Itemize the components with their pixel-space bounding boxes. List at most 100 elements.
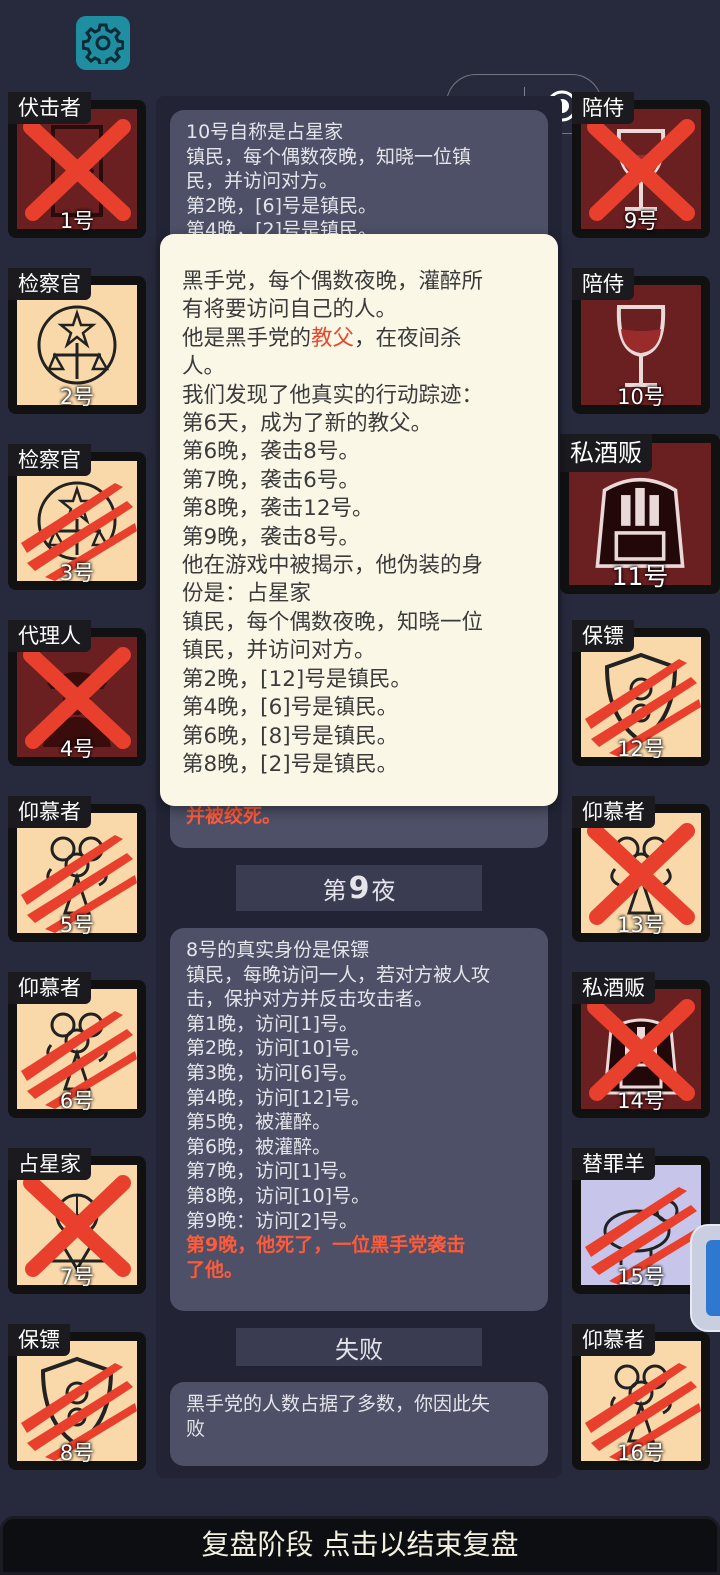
role-name-label: 保镖	[572, 620, 634, 652]
log-line: 10号自称是占星家	[186, 121, 344, 143]
player-detail-popup[interactable]: 黑手党，每个偶数夜晚，灌醉所 有将要访问自己的人。 他是黑手党的教父，在夜间杀 …	[160, 234, 558, 806]
log-line: 第6晚，被灌醉。	[186, 1135, 332, 1158]
log-line: 第2晚，访问[10]号。	[186, 1037, 371, 1060]
seat-number-label: 7号	[59, 1265, 95, 1289]
log-line-red: 了他。	[186, 1258, 244, 1281]
gear-icon	[82, 23, 124, 64]
seat-number-label: 10号	[617, 385, 665, 409]
seat-number-label: 14号	[617, 1089, 665, 1113]
popup-line: 第7晚，袭击6号。	[182, 467, 360, 493]
popup-role-highlight: 教父	[311, 325, 355, 351]
log-line: 镇民，每个偶数夜晚，知晓一位镇	[186, 145, 472, 168]
player-card-9号[interactable]: 陪侍 9号	[572, 92, 710, 250]
log-line: 败	[186, 1417, 206, 1440]
popup-line: 人。	[182, 354, 226, 380]
role-name-label: 替罪羊	[572, 1148, 655, 1180]
seat-number-label: 1号	[59, 209, 95, 233]
popup-line: 第8晚，[2]号是镇民。	[182, 751, 399, 777]
role-name-label: 私酒贩	[560, 434, 652, 472]
player-card-7号[interactable]: 占星家 7号	[8, 1148, 146, 1306]
popup-line: 有将要访问自己的人。	[182, 297, 398, 323]
popup-line: 黑手党，每个偶数夜晚，灌醉所	[182, 269, 484, 294]
role-name-label: 伏击者	[8, 92, 91, 124]
popup-line: 第6晚，[8]号是镇民。	[182, 723, 399, 749]
role-name-label: 私酒贩	[572, 972, 655, 1004]
role-name-label: 代理人	[8, 620, 91, 652]
player-card-13号[interactable]: 仰慕者 13号	[572, 796, 710, 954]
popup-line: 第6晚，袭击8号。	[182, 439, 360, 465]
player-card-5号[interactable]: 仰慕者 5号	[8, 796, 146, 954]
role-name-label: 仰慕者	[572, 796, 655, 828]
popup-text: ，在夜间杀	[354, 325, 462, 351]
fail-header: 失败	[236, 1328, 482, 1366]
role-name-label: 占星家	[8, 1148, 91, 1180]
log-line: 黑手党的人数占据了多数，你因此失	[186, 1393, 491, 1415]
log-card-result: 黑手党的人数占据了多数，你因此失 败	[170, 1382, 548, 1466]
log-line: 第5晚，被灌醉。	[186, 1111, 332, 1134]
player-card-14号[interactable]: 私酒贩 14号	[572, 972, 710, 1130]
log-line: 第4晚，访问[12]号。	[186, 1086, 371, 1109]
popup-line: 第8晚，袭击12号。	[182, 496, 374, 522]
role-name-label: 仰慕者	[8, 972, 91, 1004]
player-card-10号[interactable]: 陪侍 10号	[572, 268, 710, 426]
player-card-3号[interactable]: 检察官 3号	[8, 444, 146, 602]
player-card-8号[interactable]: 保镖 8号	[8, 1324, 146, 1482]
role-name-label: 保镖	[8, 1324, 70, 1356]
seat-number-label: 16号	[617, 1441, 665, 1465]
log-line-red: 并被绞死。	[186, 805, 282, 827]
popup-line: 他在游戏中被揭示，他伪装的身	[182, 553, 484, 579]
night-prefix: 第	[322, 876, 347, 905]
floating-side-button[interactable]	[690, 1224, 720, 1332]
player-card-12号[interactable]: 保镖 12号	[572, 620, 710, 778]
player-card-1号[interactable]: 伏击者 1号	[8, 92, 146, 250]
seat-number-label: 9号	[623, 209, 659, 233]
popup-line: 第2晚，[12]号是镇民。	[182, 666, 412, 692]
seat-number-label: 13号	[617, 913, 665, 937]
popup-line: 份是：占星家	[182, 581, 312, 607]
seat-number-label: 5号	[59, 913, 95, 937]
popup-line: 第4晚，[6]号是镇民。	[182, 695, 399, 721]
popup-line: 镇民，并访问对方。	[182, 638, 376, 664]
log-card-bodyguard: 8号的真实身份是保镖 镇民，每晚访问一人，若对方被人攻 击，保护对方并反击攻击者…	[170, 928, 548, 1311]
role-name-label: 检察官	[8, 268, 91, 300]
seat-number-label: 8号	[59, 1441, 95, 1465]
role-name-label: 仰慕者	[8, 796, 91, 828]
seat-number-label: 6号	[59, 1089, 95, 1113]
popup-line: 我们发现了他真实的行动踪迹：	[182, 382, 484, 408]
seat-number-label: 2号	[59, 385, 95, 409]
player-card-6号[interactable]: 仰慕者 6号	[8, 972, 146, 1130]
popup-line: 镇民，每个偶数夜晚，知晓一位	[182, 609, 484, 635]
night-number: 9	[348, 870, 370, 906]
role-name-label: 陪侍	[572, 268, 634, 300]
log-line-red: 第9晚，他死了，一位黑手党袭击	[186, 1234, 466, 1257]
night-suffix: 夜	[371, 876, 396, 905]
log-line: 第1晚，访问[1]号。	[186, 1012, 359, 1035]
seat-number-label: 11号	[611, 562, 669, 591]
log-line: 第8晚，访问[10]号。	[186, 1184, 371, 1207]
popup-line: 他是黑手党的教父，在夜间杀	[182, 325, 538, 353]
role-name-label: 检察官	[8, 444, 91, 476]
log-line: 镇民，每晚访问一人，若对方被人攻	[186, 963, 491, 986]
end-review-button[interactable]: 复盘阶段 点击以结束复盘	[0, 1516, 720, 1575]
player-card-16号[interactable]: 仰慕者 16号	[572, 1324, 710, 1482]
seat-number-label: 3号	[59, 561, 95, 585]
log-line: 第7晚，访问[1]号。	[186, 1160, 359, 1183]
seat-number-label: 12号	[617, 737, 665, 761]
log-line: 民，并访问对方。	[186, 170, 339, 193]
player-card-2号[interactable]: 检察官 2号	[8, 268, 146, 426]
night-9-header: 第 9 夜	[236, 865, 482, 911]
popup-line: 第9晚，袭击8号。	[182, 524, 360, 550]
seat-number-label: 4号	[59, 737, 95, 761]
settings-button[interactable]	[76, 16, 130, 70]
role-name-label: 陪侍	[572, 92, 634, 124]
log-line: 8号的真实身份是保镖	[186, 939, 370, 961]
popup-text: 他是黑手党的	[182, 325, 312, 351]
log-line: 第2晚，[6]号是镇民。	[186, 194, 378, 217]
player-card-4号[interactable]: 代理人 4号	[8, 620, 146, 778]
log-line: 击，保护对方并反击攻击者。	[186, 988, 434, 1011]
popup-line: 第6天，成为了新的教父。	[182, 411, 433, 437]
role-name-label: 仰慕者	[572, 1324, 655, 1356]
log-line: 第3晚，访问[6]号。	[186, 1061, 359, 1084]
player-card-11号[interactable]: 私酒贩 11号	[560, 434, 720, 614]
log-line: 第9晚：访问[2]号。	[186, 1209, 359, 1232]
